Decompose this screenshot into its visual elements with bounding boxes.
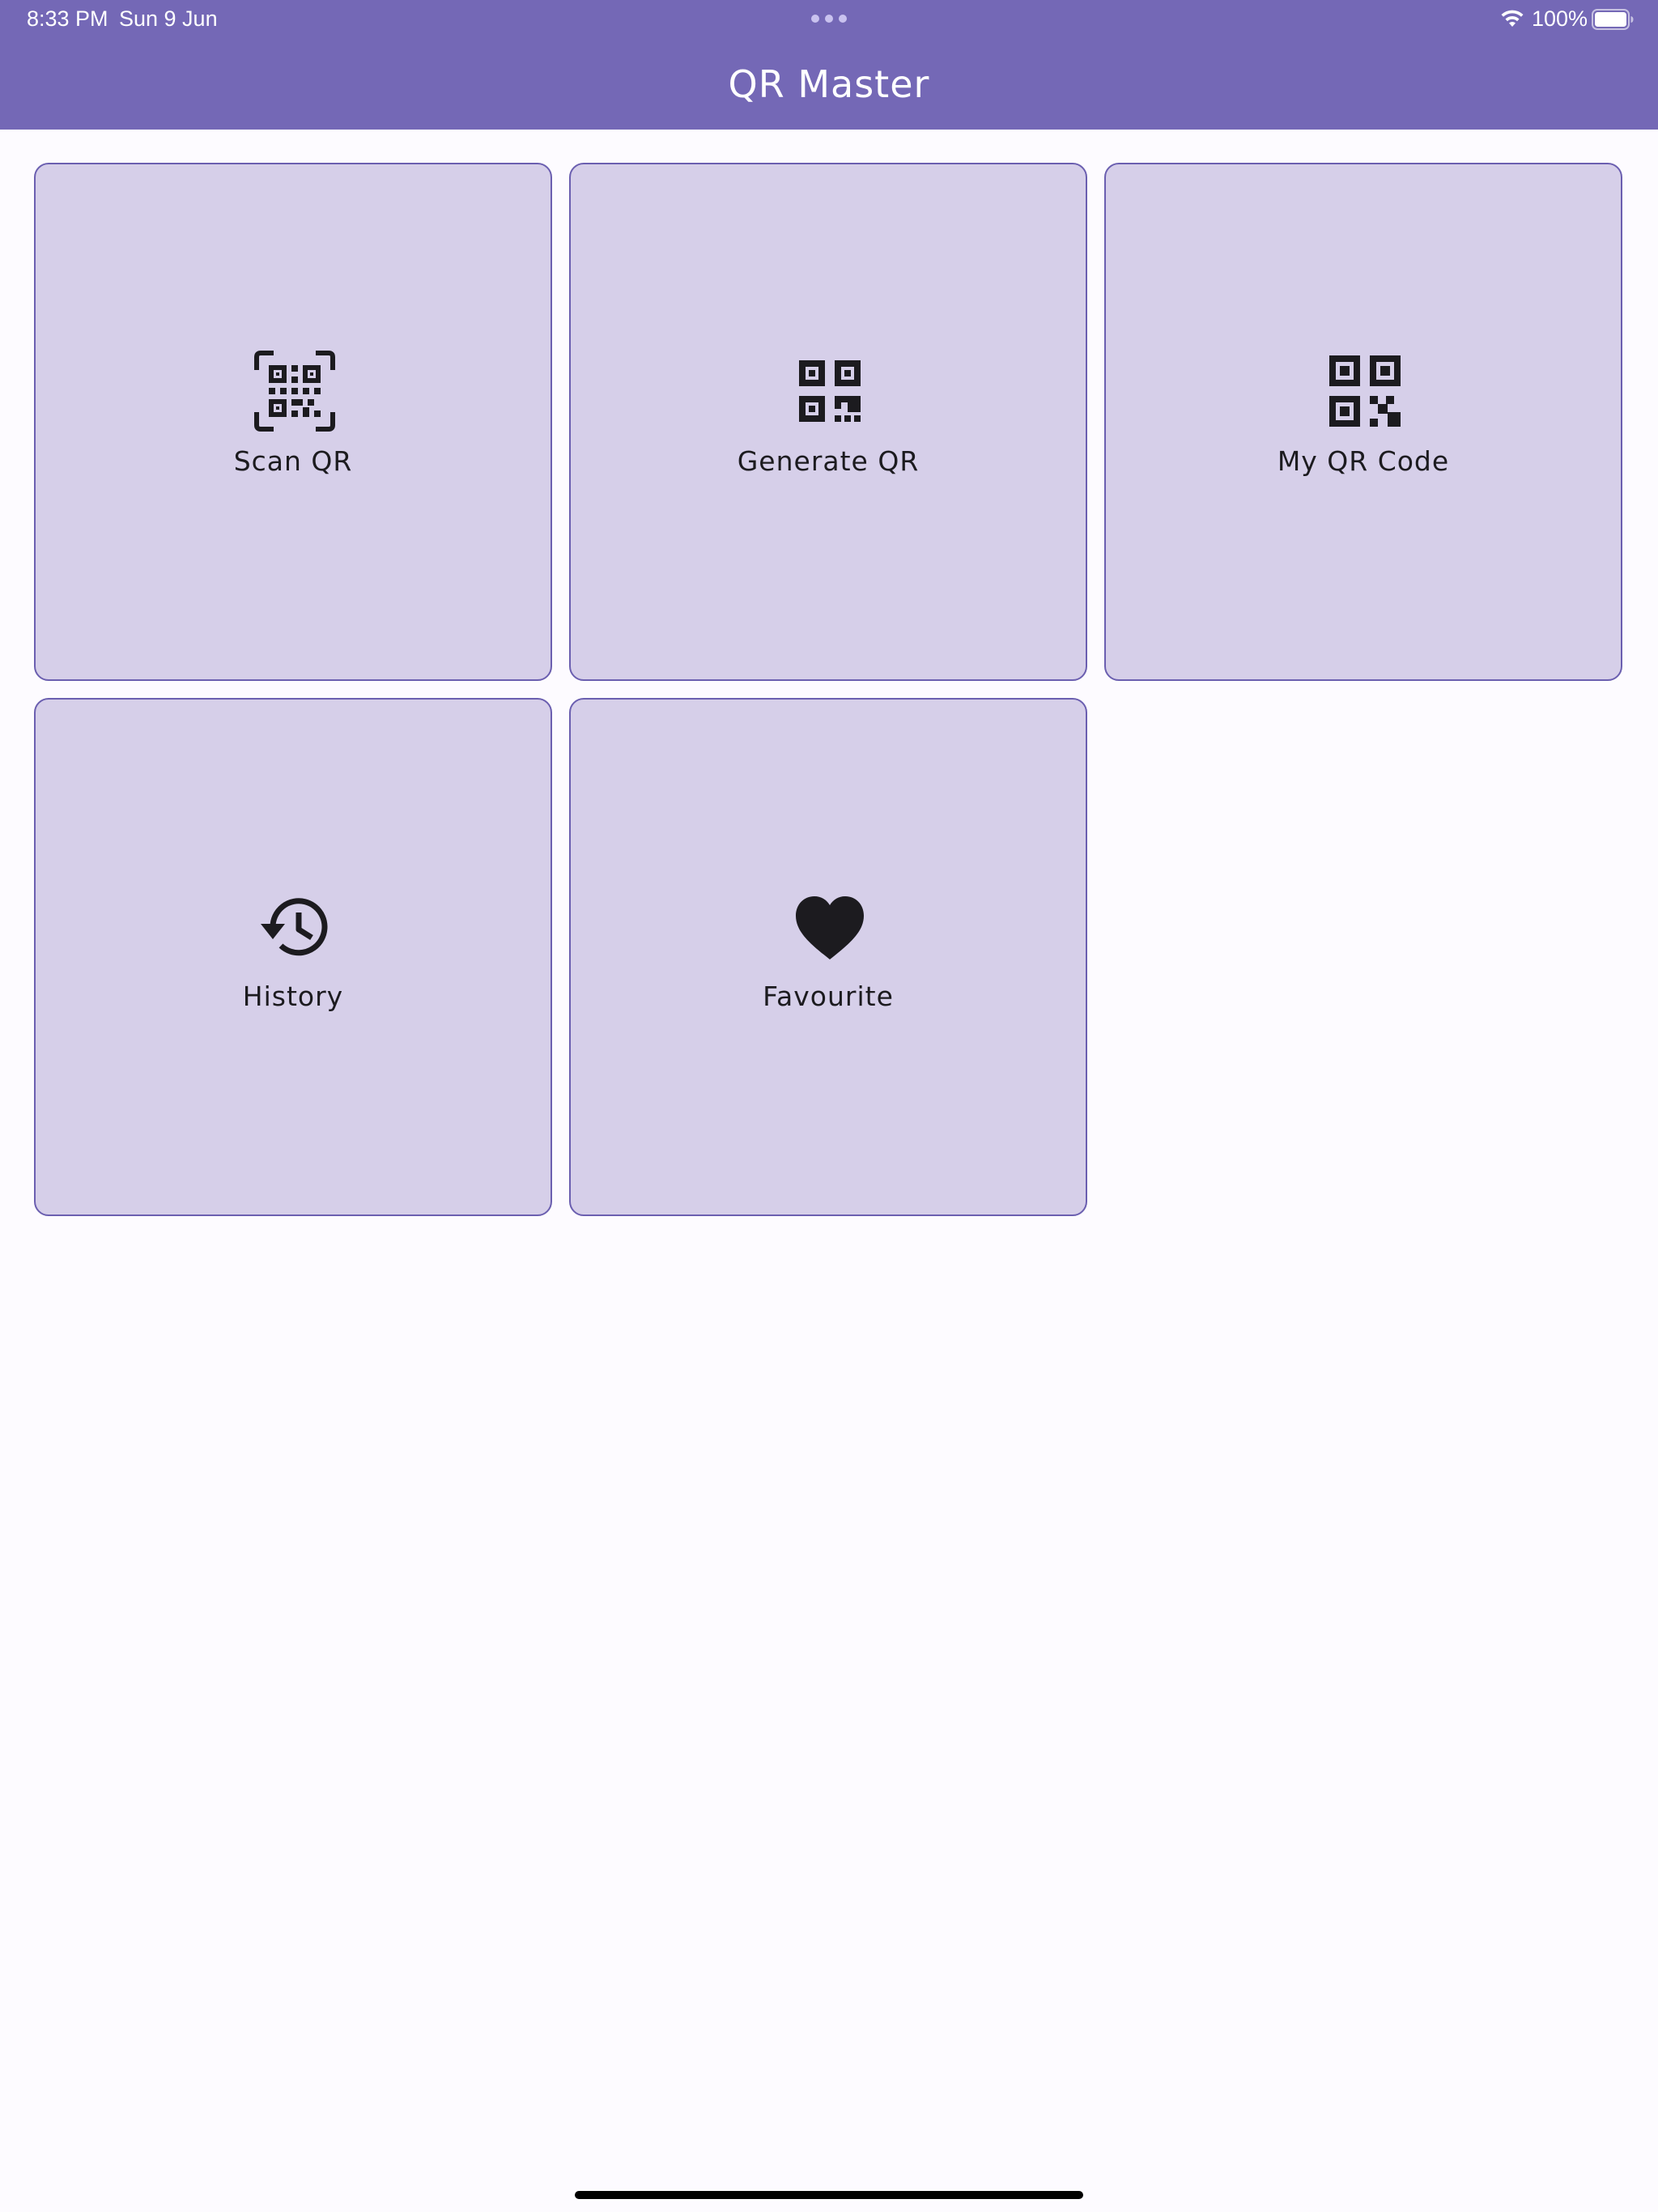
home-indicator[interactable] xyxy=(575,2191,1083,2199)
wifi-icon xyxy=(1501,10,1524,27)
app-bar: 8:33 PM Sun 9 Jun 100% QR Master xyxy=(0,0,1658,130)
battery-icon xyxy=(1592,9,1634,30)
tile-label: Scan QR xyxy=(233,445,353,477)
generate-qr-tile[interactable]: Generate QR xyxy=(569,163,1087,681)
history-tile[interactable]: History xyxy=(34,698,552,1216)
multitasking-dots-icon[interactable] xyxy=(811,15,847,23)
tile-label: Favourite xyxy=(763,981,894,1012)
qr-code-2-icon xyxy=(1329,355,1401,427)
scan-qr-tile[interactable]: Scan QR xyxy=(34,163,552,681)
tile-label: Generate QR xyxy=(737,445,920,477)
status-date: Sun 9 Jun xyxy=(119,6,218,31)
page-title: QR Master xyxy=(728,62,930,106)
battery-percentage: 100% xyxy=(1532,6,1588,31)
status-bar: 8:33 PM Sun 9 Jun 100% xyxy=(0,0,1658,39)
tile-label: My QR Code xyxy=(1277,445,1450,477)
my-qr-code-tile[interactable]: My QR Code xyxy=(1104,163,1622,681)
heart-icon xyxy=(796,896,864,959)
tile-label: History xyxy=(242,981,344,1012)
status-time: 8:33 PM xyxy=(27,6,108,31)
qr-scanner-icon xyxy=(254,351,335,432)
qr-code-icon xyxy=(799,360,861,422)
favourite-tile[interactable]: Favourite xyxy=(569,698,1087,1216)
history-icon xyxy=(261,898,328,956)
